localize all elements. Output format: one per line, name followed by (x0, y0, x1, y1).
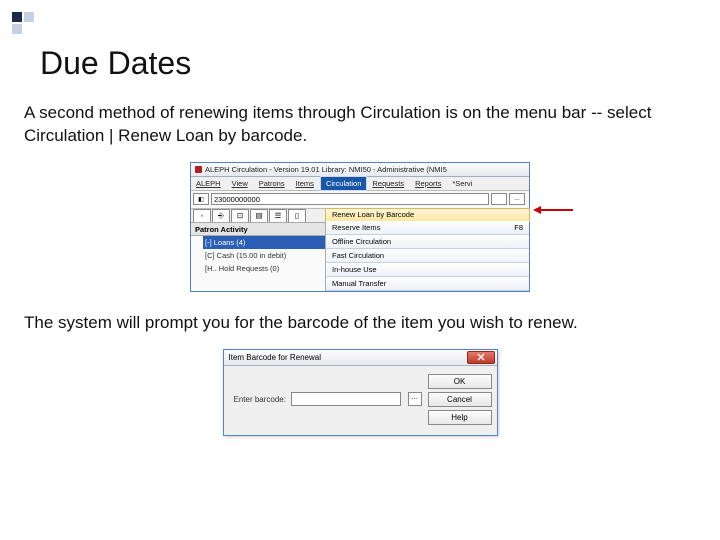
toolbar: ◧ 23000000000 … (191, 191, 529, 209)
slide-corner-decoration (12, 12, 34, 34)
menu-circulation[interactable]: Circulation (320, 176, 367, 191)
close-icon (477, 353, 485, 361)
left-panel: ◦ ⎆ ⊡ ▤ ☰ ▯ Patron Activity [-] Loans (4… (191, 209, 326, 291)
tree-header: Patron Activity (191, 223, 325, 236)
barcode-label: Enter barcode: (234, 395, 286, 404)
tab-6[interactable]: ▯ (288, 209, 306, 222)
menu-renew-loan-by-barcode[interactable]: Renew Loan by Barcode (325, 208, 530, 222)
menu-offline-circulation[interactable]: Offline Circulation (326, 235, 529, 249)
menu-manual-transfer[interactable]: Manual Transfer (326, 277, 529, 291)
menu-view[interactable]: View (227, 177, 254, 190)
barcode-input[interactable]: 23000000000 (211, 193, 489, 205)
menu-fast-circulation[interactable]: Fast Circulation (326, 249, 529, 263)
menubar: ALEPH View Patrons Items Circulation Req… (191, 177, 529, 191)
help-button[interactable]: Help (428, 410, 492, 425)
menu-patrons[interactable]: Patrons (254, 177, 291, 190)
tree-item-loans[interactable]: [-] Loans (4) (203, 236, 325, 249)
paragraph-1: A second method of renewing items throug… (24, 102, 696, 148)
tree-item-hold[interactable]: [H.. Hold Requests (0) (191, 262, 325, 275)
lookup-button[interactable]: ⋯ (408, 392, 422, 406)
window-title: ALEPH Circulation - Version 19.01 Librar… (205, 165, 447, 174)
slide-title: Due Dates (40, 45, 700, 82)
menu-aleph[interactable]: ALEPH (191, 177, 227, 190)
menu-in-house-use[interactable]: In-house Use (326, 263, 529, 277)
menu-services[interactable]: *Servi (447, 177, 478, 190)
tab-1[interactable]: ◦ (193, 209, 211, 222)
tab-4[interactable]: ▤ (250, 209, 268, 222)
ok-button[interactable]: OK (428, 374, 492, 389)
barcode-field[interactable] (291, 392, 401, 406)
toolbar-button-go[interactable] (491, 193, 507, 205)
close-button[interactable] (467, 351, 495, 364)
toolbar-button-clear[interactable]: … (509, 193, 525, 205)
paragraph-2: The system will prompt you for the barco… (24, 312, 696, 335)
tab-3[interactable]: ⊡ (231, 209, 249, 222)
dialog-title: Item Barcode for Renewal (229, 353, 322, 362)
dropdown-menu: Renew Loan by Barcode Reserve Items F8 O… (326, 209, 529, 291)
menu-reports[interactable]: Reports (410, 177, 447, 190)
menu-items[interactable]: Items (291, 177, 320, 190)
cancel-button[interactable]: Cancel (428, 392, 492, 407)
tree-item-cash[interactable]: [C] Cash (15.00 in debit) (191, 249, 325, 262)
toolbar-button-left[interactable]: ◧ (193, 193, 209, 205)
tabstrip: ◦ ⎆ ⊡ ▤ ☰ ▯ (191, 209, 325, 223)
window-titlebar: ALEPH Circulation - Version 19.01 Librar… (191, 163, 529, 177)
screenshot-aleph-menu: ALEPH Circulation - Version 19.01 Librar… (190, 162, 530, 292)
menu-requests[interactable]: Requests (367, 177, 410, 190)
screenshot-barcode-dialog: Item Barcode for Renewal Enter barcode: … (223, 349, 498, 436)
tab-2[interactable]: ⎆ (212, 209, 230, 222)
menu-reserve-items[interactable]: Reserve Items F8 (326, 221, 529, 235)
app-icon (195, 166, 202, 173)
tab-5[interactable]: ☰ (269, 209, 287, 222)
callout-arrow (539, 209, 573, 211)
dialog-titlebar: Item Barcode for Renewal (224, 350, 497, 366)
